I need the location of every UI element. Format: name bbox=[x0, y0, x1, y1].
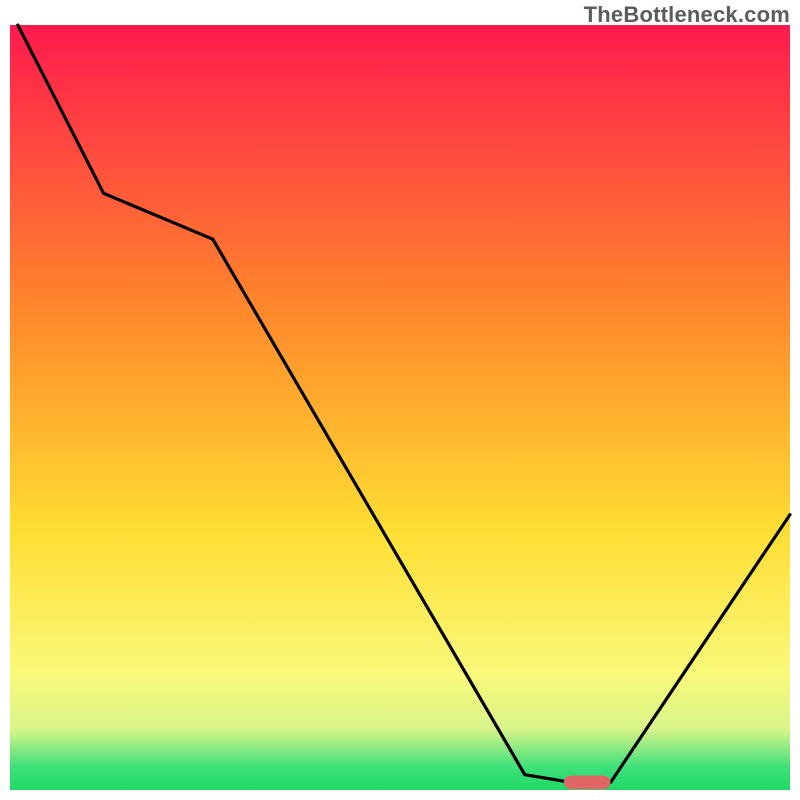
optimal-marker bbox=[564, 776, 611, 790]
chart-stage: TheBottleneck.com bbox=[0, 0, 800, 800]
gradient-background bbox=[10, 25, 790, 790]
bottleneck-plot bbox=[0, 0, 800, 800]
watermark-text: TheBottleneck.com bbox=[584, 2, 790, 28]
